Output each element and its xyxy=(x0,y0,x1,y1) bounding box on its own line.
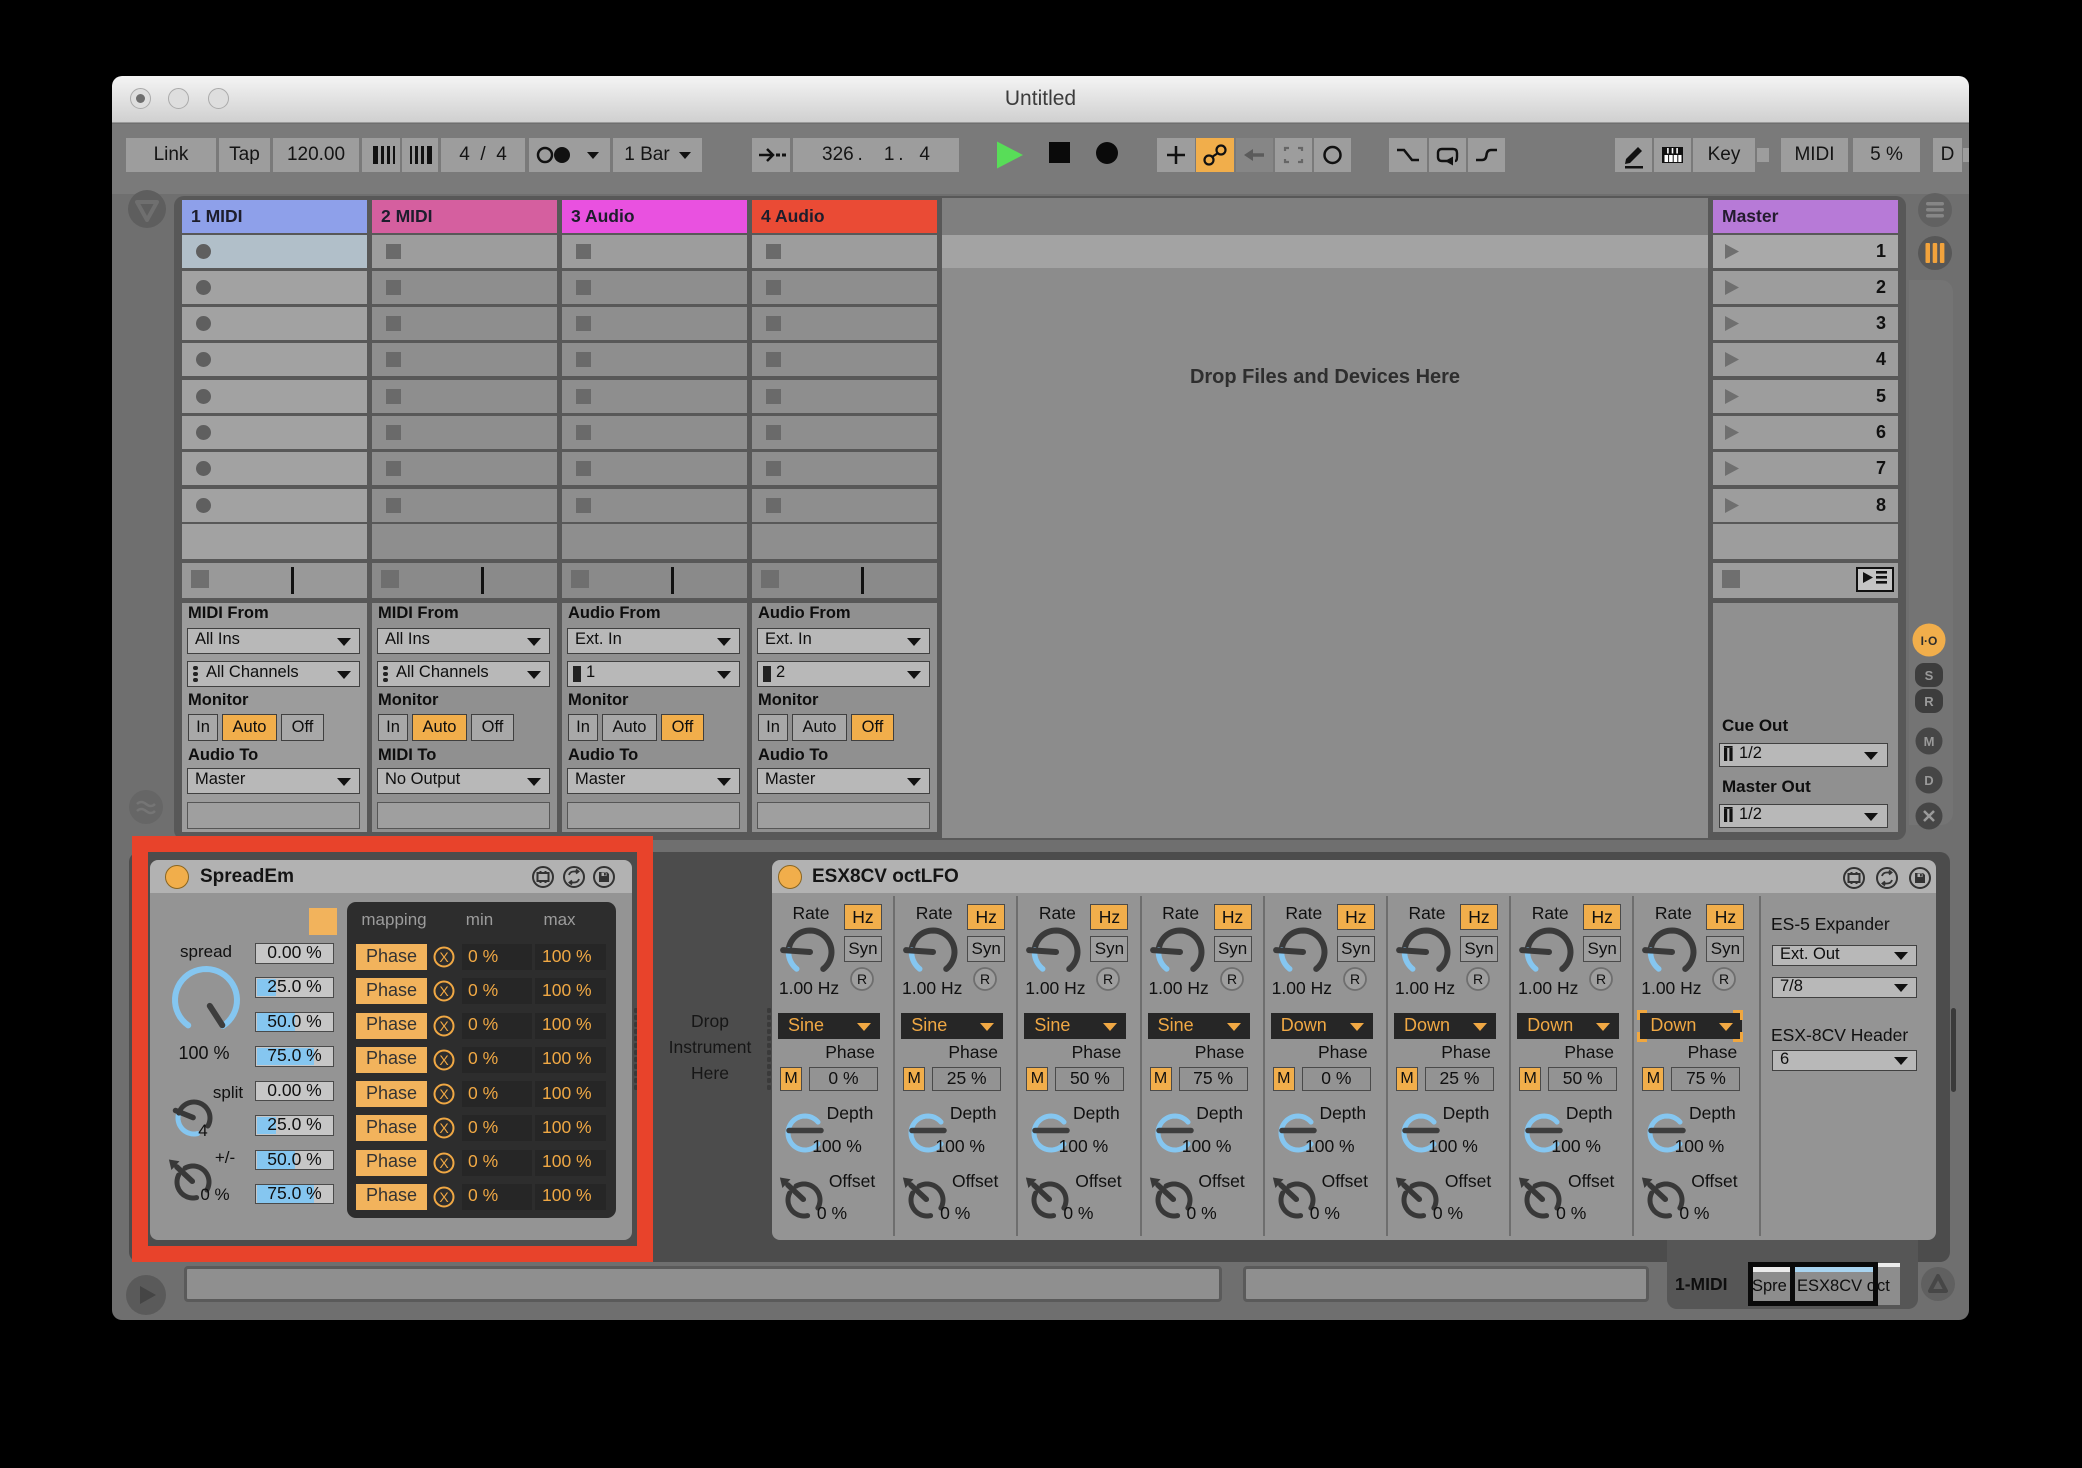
svg-text:S: S xyxy=(1925,668,1934,683)
svg-text:R: R xyxy=(1924,694,1934,709)
svg-text:R: R xyxy=(980,971,990,987)
svg-text:D: D xyxy=(1924,773,1933,788)
svg-text:M: M xyxy=(1924,734,1935,749)
svg-text:R: R xyxy=(1103,971,1113,987)
svg-text:I·O: I·O xyxy=(1921,634,1938,648)
svg-text:R: R xyxy=(1473,971,1483,987)
svg-text:R: R xyxy=(1719,971,1729,987)
svg-text:R: R xyxy=(1596,971,1606,987)
svg-text:R: R xyxy=(857,971,867,987)
svg-text:R: R xyxy=(1227,971,1237,987)
svg-text:R: R xyxy=(1350,971,1360,987)
